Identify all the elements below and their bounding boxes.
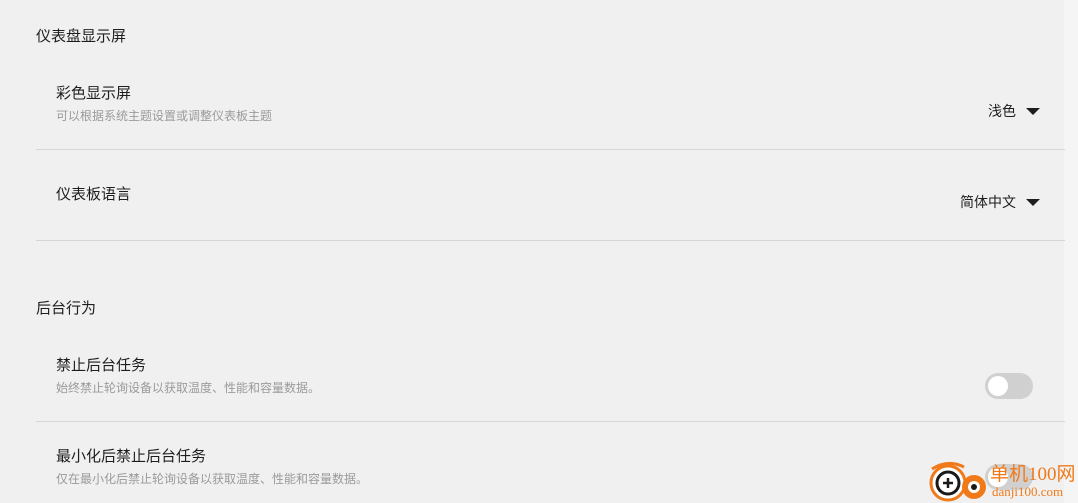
caret-down-icon [1026,198,1040,206]
watermark-url: danji100.com [992,484,1064,499]
theme-dropdown[interactable]: 浅色 [988,101,1040,121]
disable-background-tasks-toggle[interactable] [985,373,1033,399]
color-display-title: 彩色显示屏 [56,84,132,102]
section-title-dashboard: 仪表盘显示屏 [36,27,127,45]
scrollbar-track[interactable] [1064,0,1078,503]
toggle-knob [988,376,1008,396]
theme-dropdown-value: 浅色 [988,104,1016,120]
minimize-disable-tasks-title: 最小化后禁止后台任务 [56,447,207,465]
language-dropdown-value: 简体中文 [960,195,1016,211]
watermark-logo-icon [929,462,986,502]
settings-page: 仪表盘显示屏 彩色显示屏 可以根据系统主题设置或调整仪表板主题 浅色 仪表板语言… [0,0,1078,503]
divider [36,149,1065,150]
language-dropdown[interactable]: 简体中文 [960,192,1040,212]
disable-background-tasks-description: 始终禁止轮询设备以获取温度、性能和容量数据。 [56,381,321,395]
minimize-disable-tasks-description: 仅在最小化后禁止轮询设备以获取温度、性能和容量数据。 [56,472,369,486]
site-watermark: 单机100网 danji100.com [928,459,1078,503]
dashboard-language-title: 仪表板语言 [56,185,132,203]
caret-down-icon [1026,107,1040,115]
divider [36,240,1065,241]
section-title-background: 后台行为 [36,299,97,317]
watermark-text: 单机100网 [990,464,1076,485]
disable-background-tasks-title: 禁止后台任务 [56,356,147,374]
divider [36,421,1065,422]
color-display-description: 可以根据系统主题设置或调整仪表板主题 [56,109,273,123]
